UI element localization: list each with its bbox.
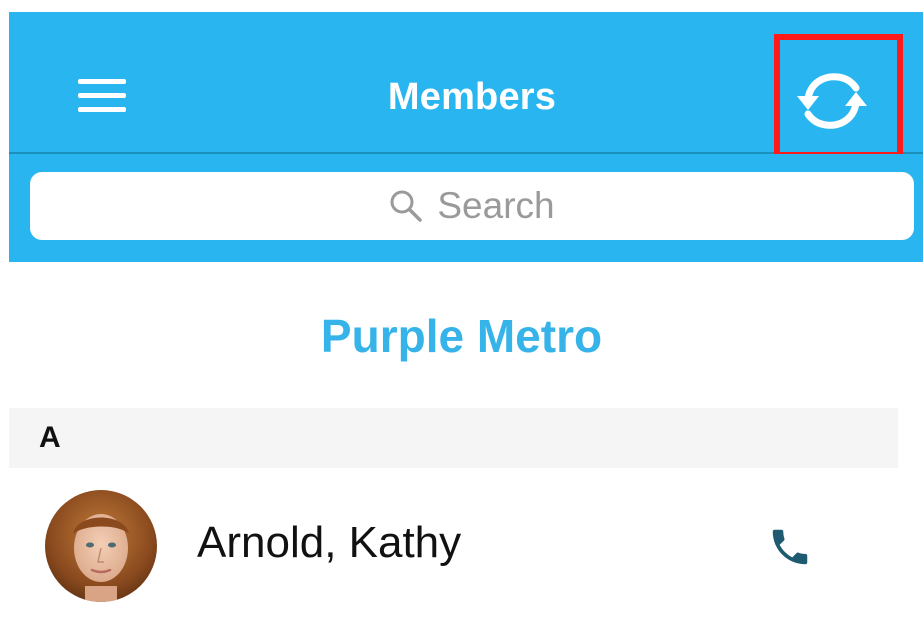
status-strip xyxy=(0,0,923,12)
phone-icon xyxy=(772,529,808,565)
section-header: A xyxy=(9,408,898,468)
group-title: Purple Metro xyxy=(320,310,603,362)
call-button[interactable] xyxy=(755,512,825,582)
refresh-button[interactable] xyxy=(790,62,874,140)
page-title: Members xyxy=(387,75,557,118)
search-placeholder: Search xyxy=(437,185,555,226)
menu-button[interactable] xyxy=(66,66,138,126)
members-screen: Members Search Purple Metro A Arnold, Ka… xyxy=(0,0,923,624)
member-name: Arnold, Kathy xyxy=(197,518,462,567)
hamburger-menu-icon xyxy=(78,79,126,112)
refresh-sync-icon xyxy=(797,73,867,129)
search-input[interactable]: Search xyxy=(30,172,914,240)
list-item[interactable]: Arnold, Kathy xyxy=(9,480,898,610)
section-letter: A xyxy=(39,421,61,454)
avatar xyxy=(45,490,157,602)
search-icon xyxy=(390,190,423,222)
